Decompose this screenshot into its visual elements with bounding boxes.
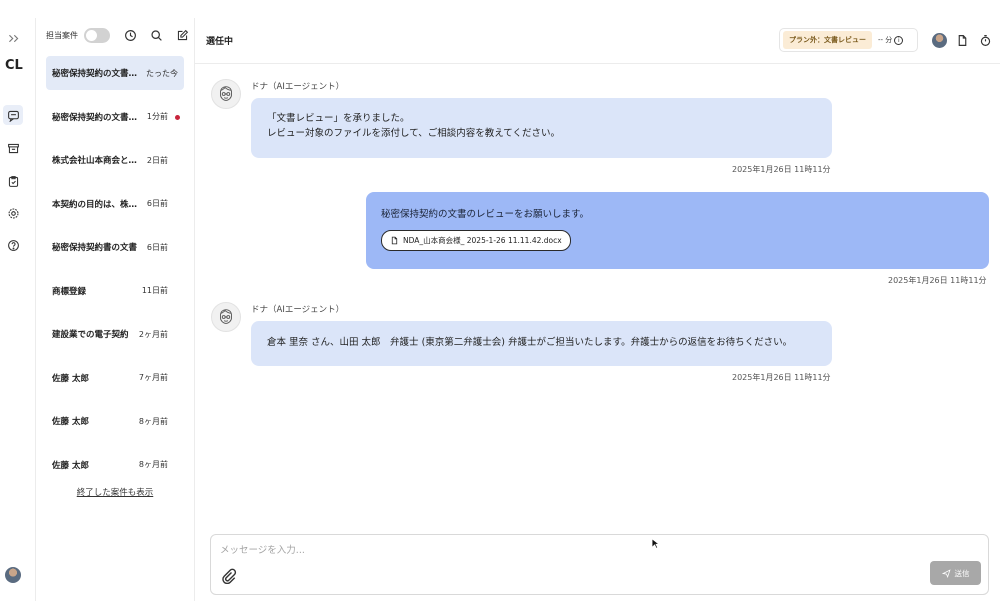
lawyer-avatar[interactable] <box>932 33 947 48</box>
case-item[interactable]: 株式会社山本商会との契約 2日前 <box>46 143 184 177</box>
window-top-strip <box>0 0 1000 18</box>
case-time: 6日前 <box>146 199 168 208</box>
message-timestamp: 2025年1月26日 11時11分 <box>732 165 831 174</box>
agent-avatar <box>211 302 241 332</box>
assigned-filter-toggle[interactable] <box>84 28 110 43</box>
case-time: たった今 <box>146 68 178 78</box>
case-title: 商標登録 <box>52 286 87 297</box>
case-time: 2日前 <box>146 155 168 165</box>
case-item[interactable]: 佐藤 太郎 7ヶ月前 <box>46 361 184 395</box>
case-title: 秘密保持契約書の文書 <box>52 243 138 253</box>
unread-dot <box>175 114 180 120</box>
plan-badge: プラン外：文書レビュー <box>783 31 872 49</box>
case-title: 株式会社山本商会との契約 <box>52 156 143 166</box>
help-icon[interactable] <box>3 235 23 255</box>
search-icon[interactable] <box>148 28 164 44</box>
case-time: 8ヶ月前 <box>138 416 168 426</box>
document-icon[interactable] <box>955 33 970 48</box>
archive-icon[interactable] <box>3 138 23 158</box>
case-time: 11日前 <box>141 286 168 295</box>
case-item[interactable]: 本契約の目的は、株式会社 6日前 <box>46 187 184 221</box>
chat-icon[interactable] <box>3 105 23 125</box>
show-ended-cases-link[interactable]: 終了した案件も表示 <box>46 486 184 498</box>
minutes-value: -- 分 <box>878 36 893 44</box>
case-item[interactable]: 佐藤 太郎 8ヶ月前 <box>46 448 184 482</box>
case-item[interactable]: 秘密保持契約書の文書 6日前 <box>46 230 184 264</box>
case-item[interactable]: 商標登録 11日前 <box>46 274 184 308</box>
expand-icon[interactable] <box>3 28 23 48</box>
message-line: 「文書レビュー」を承りました。 <box>267 113 410 124</box>
case-title: 秘密保持契約の文書のレビュー <box>52 112 143 123</box>
settings-icon[interactable] <box>3 203 23 223</box>
case-status: 選任中 <box>206 37 234 47</box>
attachment-filename: NDA_山本商会様_ 2025-1-26 11.11.42.docx <box>403 236 562 245</box>
attach-icon[interactable] <box>221 568 237 585</box>
conversation-header: 選任中 プラン外：文書レビュー -- 分 i <box>195 18 1000 64</box>
case-title: 佐藤 太郎 <box>52 460 89 471</box>
user-message-bubble: 秘密保持契約の文書のレビューをお願いします。 NDA_山本商会様_ 2025-1… <box>366 192 989 269</box>
minutes-remaining: -- 分 i <box>878 35 904 45</box>
left-rail: CL <box>0 18 36 601</box>
agent-name: ドナ（AIエージェント） <box>251 82 345 92</box>
agent-message-bubble: 「文書レビュー」を承りました。 レビュー対象のファイルを添付して、ご相談内容を教… <box>251 98 832 158</box>
case-title: 建設業での電子契約 <box>52 330 129 340</box>
plan-info-box: プラン外：文書レビュー -- 分 i <box>779 28 918 52</box>
send-button[interactable]: 送信 <box>930 561 981 585</box>
case-item[interactable]: 秘密保持契約の文書のレビュー 1分前 <box>46 100 184 134</box>
conversation-panel: 選任中 プラン外：文書レビュー -- 分 i ドナ（AIエージェント） 「文書レ… <box>195 18 1000 601</box>
message-timestamp: 2025年1月26日 11時11分 <box>732 373 831 382</box>
case-title: 佐藤 太郎 <box>52 373 89 384</box>
clipboard-icon[interactable] <box>3 171 23 191</box>
case-time: 6日前 <box>146 242 168 252</box>
case-list-panel: 担当案件 秘密保持契約の文書のレビュー たった今 秘密保持契約の文書のレビュー … <box>36 18 195 601</box>
agent-message-bubble: 倉本 里奈 さん、山田 太郎 弁護士 (東京第二弁護士会) 弁護士がご担当いたし… <box>251 321 832 366</box>
agent-name: ドナ（AIエージェント） <box>251 305 345 315</box>
app-logo[interactable]: CL <box>5 58 23 73</box>
history-icon[interactable] <box>122 28 138 44</box>
case-list: 秘密保持契約の文書のレビュー たった今 秘密保持契約の文書のレビュー 1分前 株… <box>36 53 194 498</box>
assigned-filter-label: 担当案件 <box>46 31 78 40</box>
message-text: 倉本 里奈 さん、山田 太郎 弁護士 (東京第二弁護士会) 弁護士がご担当いたし… <box>267 337 793 348</box>
file-icon <box>391 236 398 245</box>
case-time: 8ヶ月前 <box>138 460 168 469</box>
case-time: 7ヶ月前 <box>138 373 168 382</box>
message-line: レビュー対象のファイルを添付して、ご相談内容を教えてください。 <box>267 128 560 139</box>
message-composer: 送信 <box>210 534 989 595</box>
send-label: 送信 <box>954 568 970 578</box>
user-avatar[interactable] <box>5 567 21 583</box>
mouse-cursor-icon <box>651 538 660 549</box>
message-input[interactable] <box>220 542 820 558</box>
attachment-chip[interactable]: NDA_山本商会様_ 2025-1-26 11.11.42.docx <box>381 230 571 251</box>
agent-avatar <box>211 79 241 109</box>
case-time: 2ヶ月前 <box>138 329 168 339</box>
case-title: 佐藤 太郎 <box>52 417 89 427</box>
send-icon <box>941 568 951 578</box>
case-title: 本契約の目的は、株式会社 <box>52 199 143 210</box>
case-list-header: 担当案件 <box>36 18 194 53</box>
case-item[interactable]: 秘密保持契約の文書のレビュー たった今 <box>46 56 184 90</box>
new-case-icon[interactable] <box>174 28 190 44</box>
case-time: 1分前 <box>146 112 168 121</box>
header-actions <box>932 33 993 48</box>
case-item[interactable]: 佐藤 太郎 8ヶ月前 <box>46 404 184 438</box>
message-timestamp: 2025年1月26日 11時11分 <box>888 276 987 285</box>
message-text: 秘密保持契約の文書のレビューをお願いします。 <box>381 209 590 220</box>
case-title: 秘密保持契約の文書のレビュー <box>52 69 142 79</box>
case-item[interactable]: 建設業での電子契約 2ヶ月前 <box>46 317 184 351</box>
timer-icon[interactable] <box>978 33 993 48</box>
info-icon[interactable]: i <box>894 35 904 45</box>
